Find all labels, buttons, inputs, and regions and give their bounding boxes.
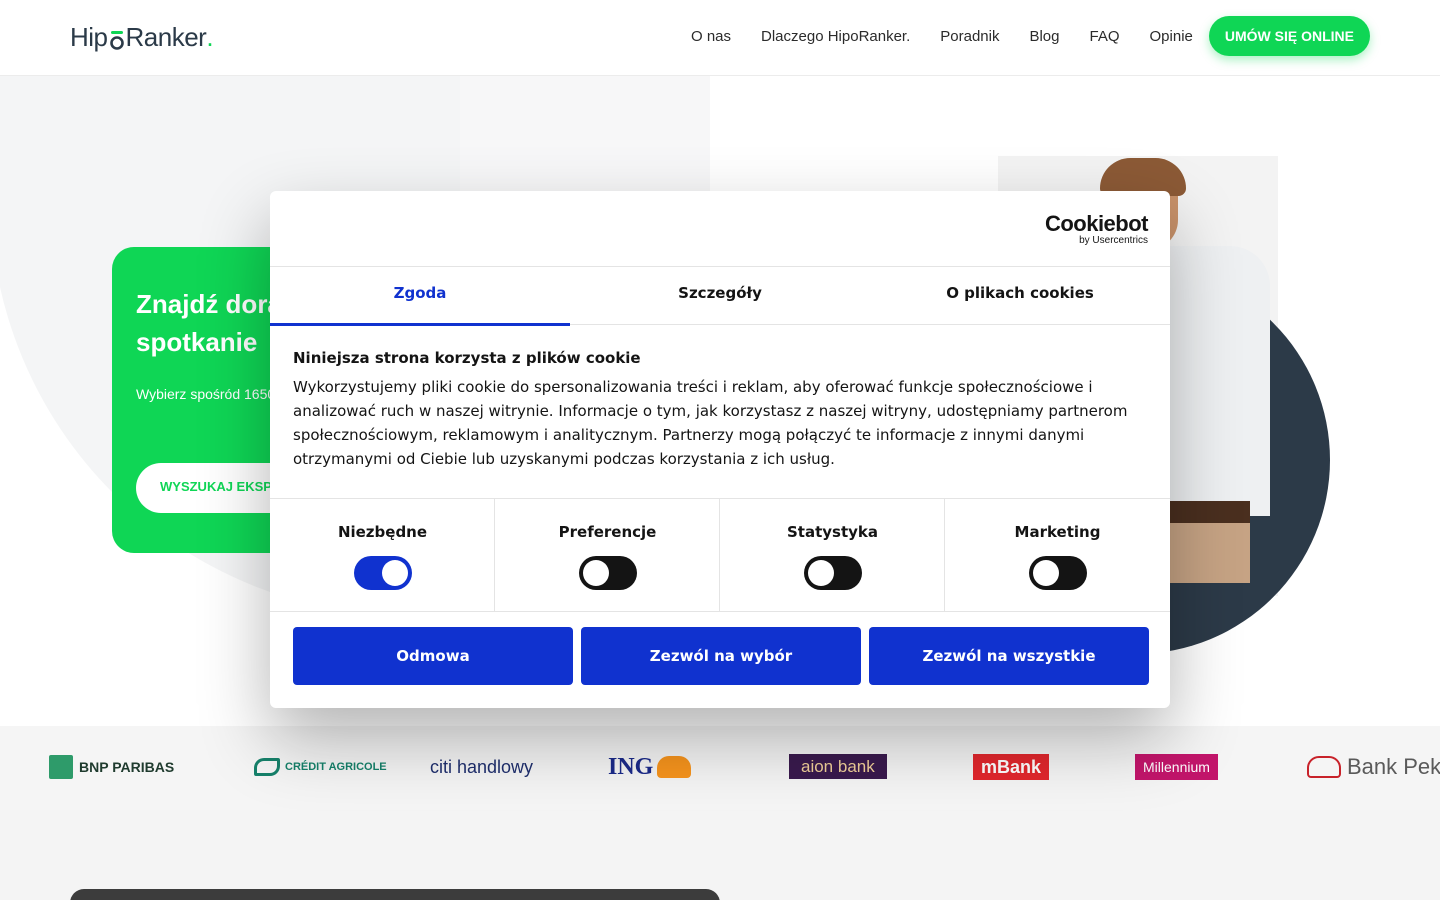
cookiebot-byline: by Usercentrics — [1079, 235, 1148, 246]
lower-section — [0, 810, 1440, 900]
main-nav: O nas Dlaczego HipoRanker. Poradnik Blog… — [661, 16, 1370, 56]
partner-logo-ing: ING — [608, 754, 692, 780]
tab-about-cookies[interactable]: O plikach cookies — [870, 267, 1170, 325]
toggle-cell-marketing: Marketing — [945, 499, 1170, 611]
site-header: Hip Ranker . O nas Dlaczego HipoRanker. … — [0, 0, 1440, 76]
bnp-star-icon — [49, 755, 73, 779]
toggle-knob — [382, 560, 408, 586]
allow-selection-button[interactable]: Zezwól na wybór — [581, 627, 861, 685]
logo-dot: . — [206, 22, 214, 52]
nav-item-faq[interactable]: FAQ — [1090, 28, 1120, 45]
dialog-body: Niniejsza strona korzysta z plików cooki… — [293, 349, 1153, 471]
toggle-cell-necessary: Niezbędne — [270, 499, 495, 611]
nav-item-o-nas[interactable]: O nas — [691, 28, 731, 45]
tab-consent[interactable]: Zgoda — [270, 267, 570, 326]
dialog-header: Cookiebot by Usercentrics — [270, 191, 1170, 267]
cookie-consent-dialog: Cookiebot by Usercentrics Zgoda Szczegół… — [270, 191, 1170, 708]
pekao-bison-icon — [1307, 756, 1341, 778]
partner-logo-millennium: Millennium — [1135, 754, 1218, 780]
toggle-cell-statistics: Statystyka — [720, 499, 945, 611]
allow-all-button[interactable]: Zezwól na wszystkie — [869, 627, 1149, 685]
toggle-label-preferences: Preferencje — [558, 523, 657, 541]
consent-toggles: Niezbędne Preferencje Statystyka Marketi… — [270, 498, 1170, 612]
partner-logo-citi: citi handlowy — [430, 756, 534, 777]
partner-logo-bnp: BNP PARIBAS — [49, 754, 174, 780]
toggle-label-necessary: Niezbędne — [337, 523, 428, 541]
necessary-toggle[interactable] — [354, 556, 412, 590]
nav-item-opinie[interactable]: Opinie — [1150, 28, 1193, 45]
partner-logo-mbank: mBank — [973, 754, 1050, 780]
lower-section-photo — [70, 889, 720, 900]
book-online-button[interactable]: UMÓW SIĘ ONLINE — [1208, 16, 1370, 56]
nav-item-dlaczego[interactable]: Dlaczego HipoRanker. — [761, 28, 910, 45]
toggle-label-statistics: Statystyka — [786, 523, 879, 541]
toggle-cell-preferences: Preferencje — [495, 499, 720, 611]
site-logo[interactable]: Hip Ranker . — [70, 22, 214, 53]
toggle-knob — [1033, 560, 1059, 586]
toggle-knob — [808, 560, 834, 586]
tab-details[interactable]: Szczegóły — [570, 267, 870, 325]
logo-text-1: Hip — [70, 22, 108, 52]
dialog-body-text: Wykorzystujemy pliki cookie do spersonal… — [293, 378, 1128, 468]
toggle-label-marketing: Marketing — [1014, 523, 1101, 541]
nav-item-blog[interactable]: Blog — [1029, 28, 1059, 45]
logo-o-icon — [109, 31, 124, 50]
deny-button[interactable]: Odmowa — [293, 627, 573, 685]
cookiebot-brand: Cookiebot — [1044, 211, 1149, 236]
dialog-body-title: Niniejsza strona korzysta z plików cooki… — [293, 349, 641, 367]
ing-lion-icon — [657, 756, 692, 778]
partner-logo-credit-agricole: CRÉDIT AGRICOLE — [254, 754, 387, 780]
cookiebot-logo: Cookiebot by Usercentrics — [1044, 211, 1149, 247]
marketing-toggle[interactable] — [1029, 556, 1087, 590]
logo-text-2: Ranker — [125, 22, 207, 52]
partner-logos-strip: BNP PARIBAS CRÉDIT AGRICOLE citi handlow… — [0, 726, 1440, 810]
partner-logo-aion: aion bank — [789, 754, 887, 779]
preferences-toggle[interactable] — [579, 556, 637, 590]
dialog-tabs: Zgoda Szczegóły O plikach cookies — [270, 267, 1170, 326]
statistics-toggle[interactable] — [804, 556, 862, 590]
toggle-knob — [583, 560, 609, 586]
partner-logo-pekao: Bank Pekao — [1307, 754, 1440, 780]
dialog-actions: Odmowa Zezwól na wybór Zezwól na wszystk… — [293, 627, 1149, 685]
ca-leaf-icon — [254, 758, 280, 776]
nav-item-poradnik[interactable]: Poradnik — [940, 28, 999, 45]
